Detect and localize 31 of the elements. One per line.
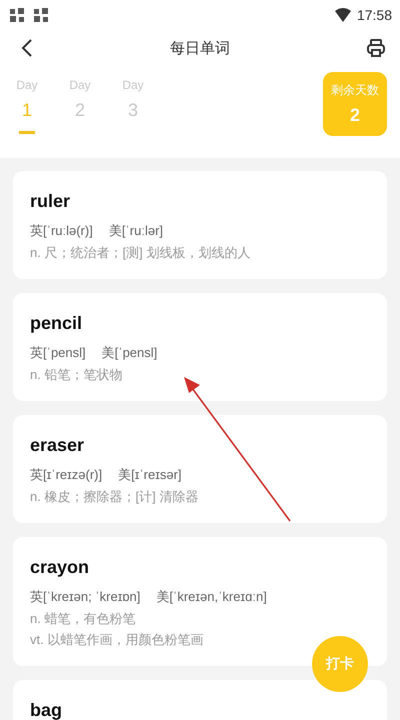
word-text: pencil	[30, 313, 84, 334]
word-card[interactable]: bag	[13, 680, 387, 720]
us-phonetic: 美[ˈpensl]	[102, 344, 158, 362]
word-text: crayon	[30, 557, 90, 578]
status-time: 17:58	[356, 7, 392, 23]
remaining-days-value: 2	[350, 105, 360, 126]
word-card[interactable]: pencil 英[ˈpensl] 美[ˈpensl] n. 铅笔；笔状物	[13, 293, 387, 401]
word-card[interactable]: ruler 英[ˈruːlə(r)] 美[ˈruːlər] n. 尺；统治者；[测] 划线板，划线的人	[13, 171, 387, 279]
uk-phonetic: 英[ˈpensl]	[30, 344, 86, 362]
word-meaning: vt. 以蜡笔作画，用颜色粉笔画	[30, 631, 204, 648]
word-text: ruler	[30, 191, 72, 212]
uk-phonetic: 英[ˈruːlə(r)]	[30, 222, 93, 240]
word-text: eraser	[30, 435, 86, 456]
page-title: 每日单词	[170, 38, 230, 58]
printer-icon[interactable]	[366, 38, 386, 58]
word-meaning: n. 蜡笔，有色粉笔	[30, 610, 136, 627]
notification-icon	[32, 6, 50, 24]
us-phonetic: 美[ɪˈreɪsər]	[118, 466, 182, 484]
uk-phonetic: 英[ˈkreɪən; ˈkreɪɒn]	[30, 588, 140, 606]
word-text: bag	[30, 700, 64, 720]
notification-icon	[8, 6, 26, 24]
wifi-icon	[334, 8, 351, 22]
us-phonetic: 美[ˈkreɪən,ˈkreɪɑːn]	[156, 588, 267, 606]
word-meaning: n. 尺；统治者；[测] 划线板，划线的人	[30, 244, 252, 261]
word-meaning: n. 铅笔；笔状物	[30, 366, 124, 383]
us-phonetic: 美[ˈruːlər]	[108, 222, 164, 240]
remaining-days-label: 剩余天数	[331, 82, 379, 99]
back-icon[interactable]	[20, 38, 34, 58]
word-card[interactable]: eraser 英[ɪˈreɪzə(r)] 美[ɪˈreɪsər] n. 橡皮；擦除器；[计] 清除器	[13, 415, 387, 523]
word-meaning: n. 橡皮；擦除器；[计] 清除器	[30, 488, 200, 505]
uk-phonetic: 英[ɪˈreɪzə(r)]	[30, 466, 102, 484]
